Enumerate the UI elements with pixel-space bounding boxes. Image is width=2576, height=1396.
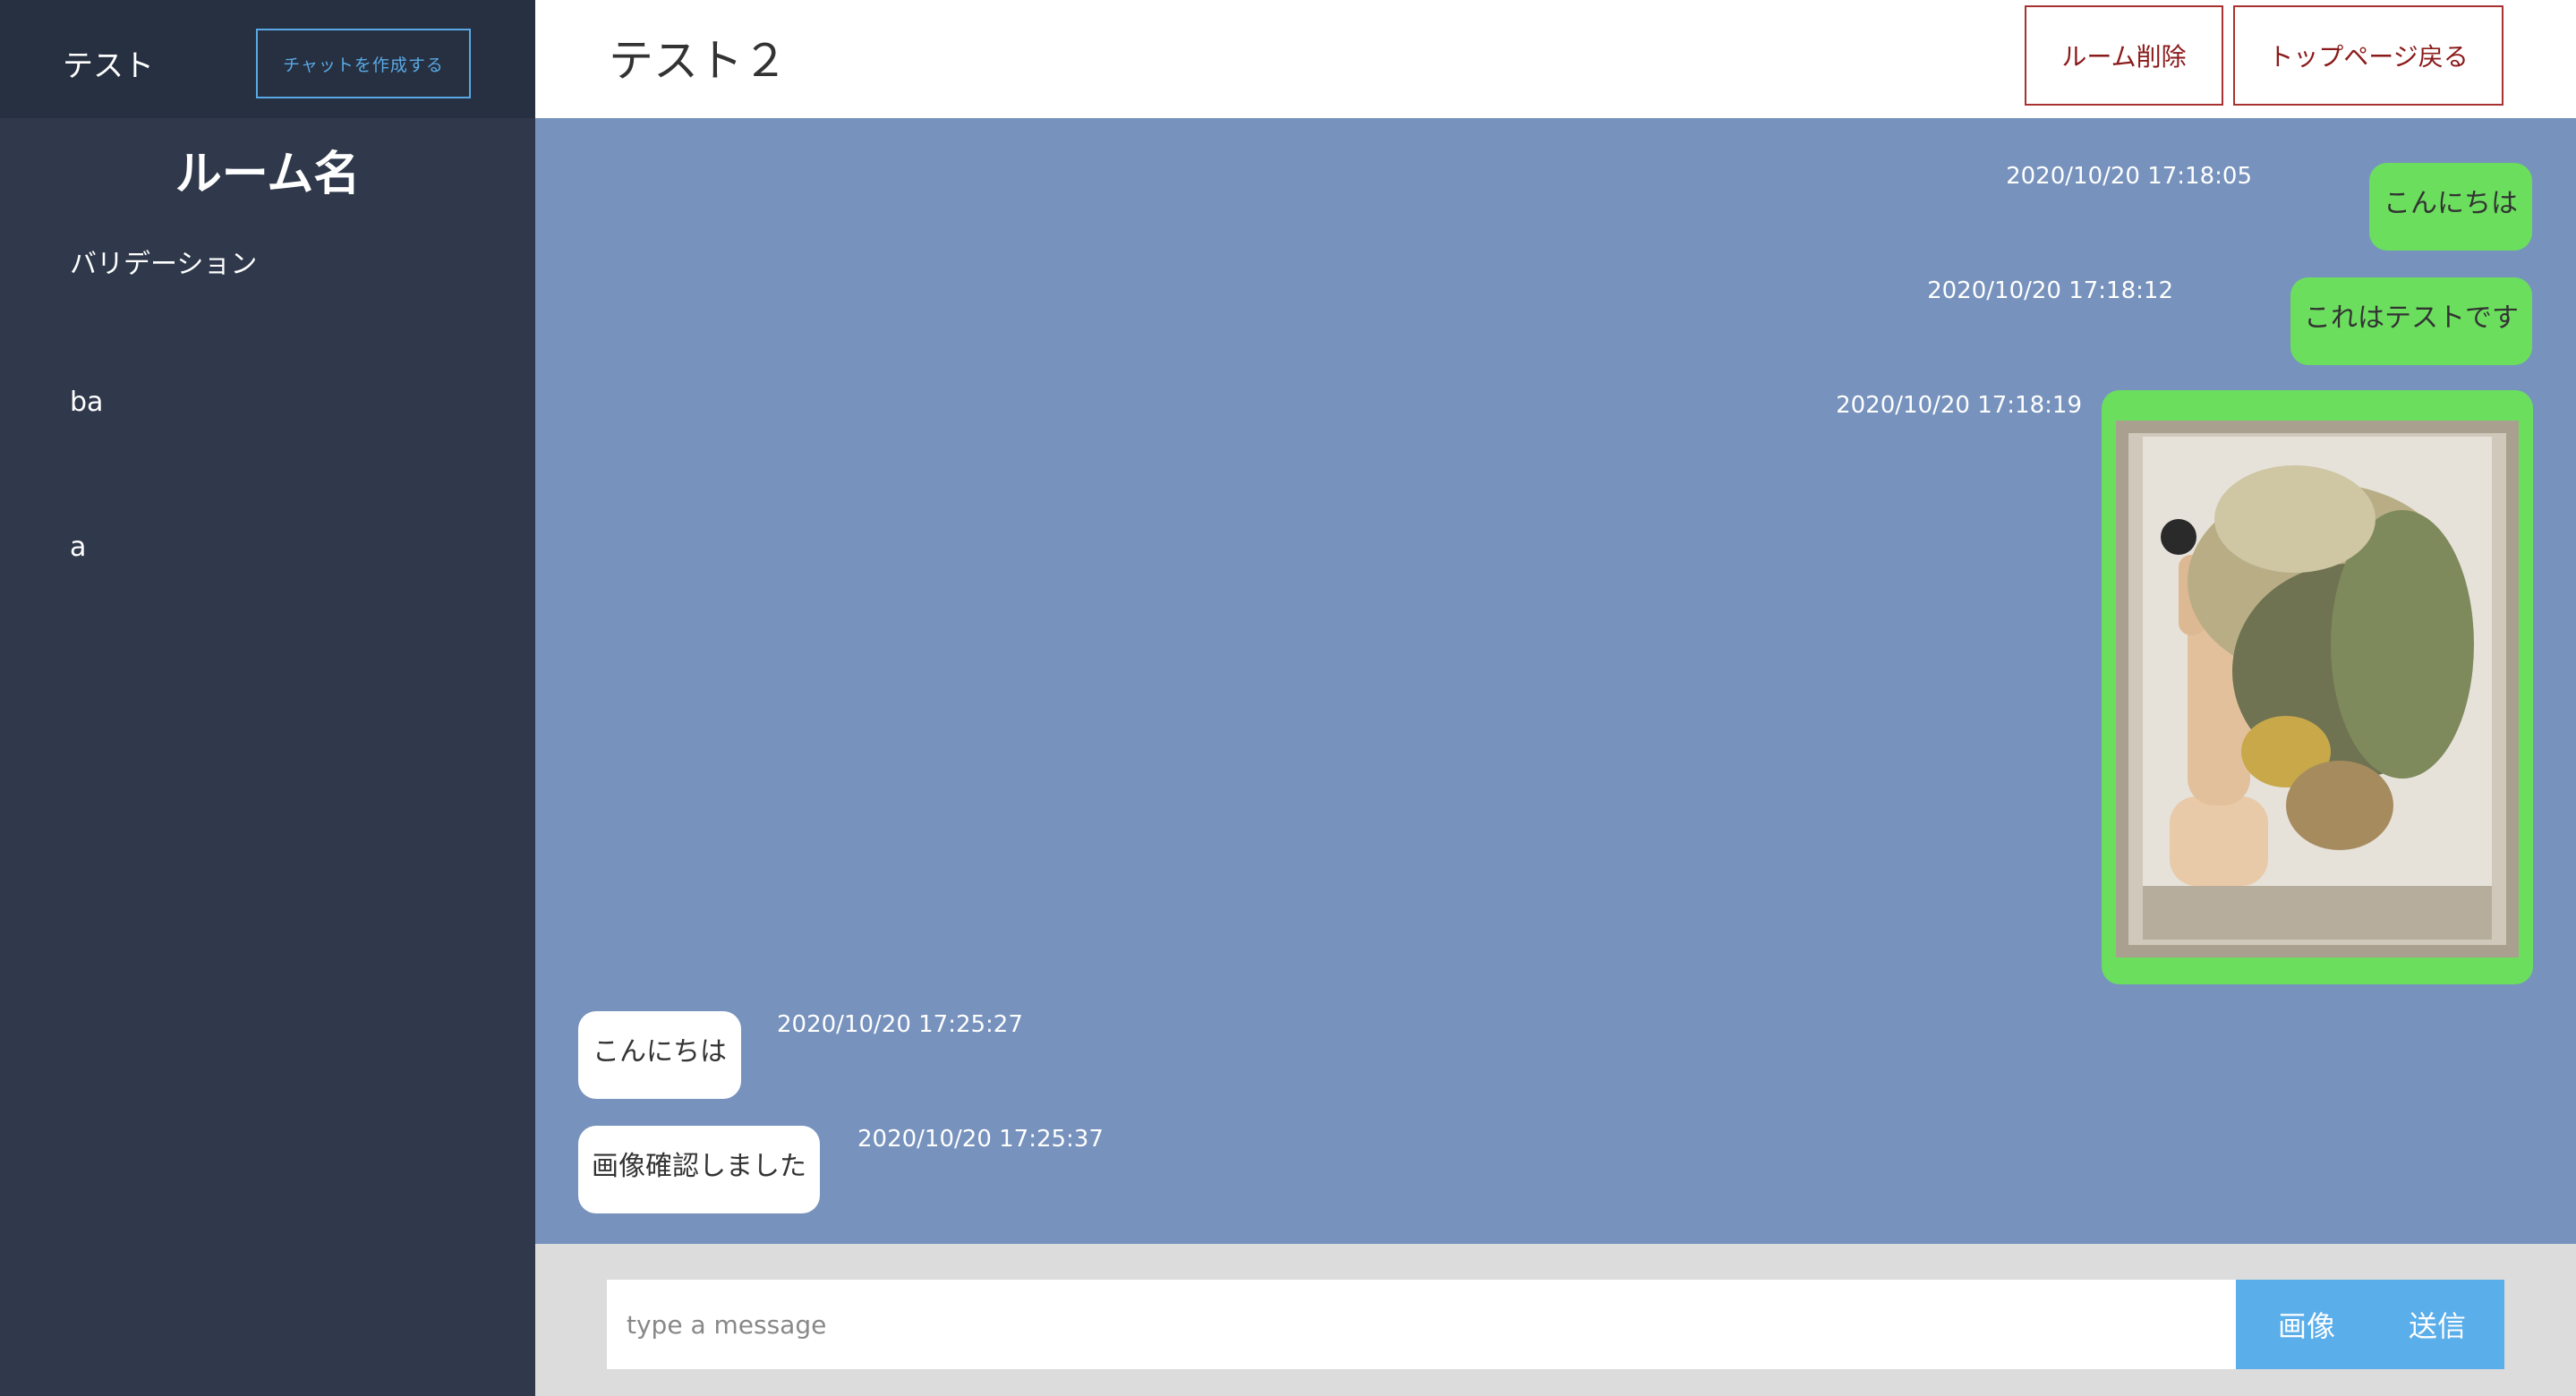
room-title: テスト２ [609,35,788,87]
message-timestamp: 2020/10/20 17:25:27 [777,1011,1023,1038]
message-bubble: 画像確認しました [578,1126,820,1213]
user-name: テスト [63,48,154,84]
composer-actions: 画像 送信 [2236,1280,2504,1369]
sidebar-header: テスト チャットを作成する [0,0,535,118]
photo-image [2116,421,2519,958]
message-input[interactable] [607,1280,2236,1369]
attached-photo [2116,421,2519,958]
message-timestamp: 2020/10/20 17:18:05 [2006,163,2252,190]
image-upload-button[interactable]: 画像 [2236,1280,2377,1369]
message-timestamp: 2020/10/20 17:18:19 [1836,392,2082,419]
room-item[interactable]: a [70,532,257,677]
room-item[interactable]: バリデーション [70,242,257,387]
delete-room-button[interactable]: ルーム削除 [2025,5,2223,106]
chat-area[interactable]: 2020/10/20 17:18:05 こんにちは 2020/10/20 17:… [535,118,2576,1244]
message-timestamp: 2020/10/20 17:18:12 [1927,277,2173,304]
create-chat-button[interactable]: チャットを作成する [256,29,471,98]
message-timestamp: 2020/10/20 17:25:37 [857,1126,1104,1153]
sidebar: テスト チャットを作成する ルーム名 バリデーション ba a [0,0,535,1396]
send-button[interactable]: 送信 [2370,1280,2504,1369]
back-to-top-button[interactable]: トップページ戻る [2233,5,2503,106]
room-list: バリデーション ba a [70,242,257,677]
main-header: テスト２ ルーム削除 トップページ戻る [535,0,2576,118]
message-bubble: こんにちは [578,1011,741,1099]
room-item[interactable]: ba [70,387,257,532]
message-bubble: こんにちは [2369,163,2532,251]
composer: 画像 送信 [535,1244,2576,1396]
room-list-heading: ルーム名 [175,148,361,201]
image-message[interactable] [2102,390,2533,984]
message-bubble: これはテストです [2290,277,2532,365]
